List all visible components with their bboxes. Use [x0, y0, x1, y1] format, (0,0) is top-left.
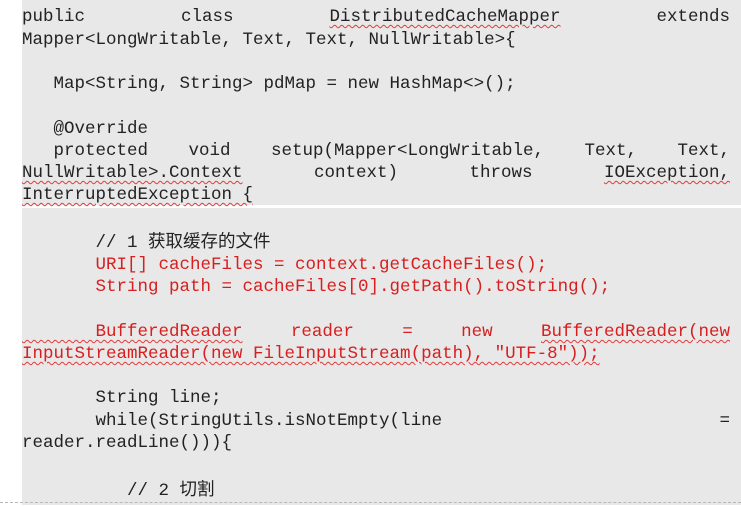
kw-throws: throws [469, 163, 533, 183]
buffered-reader-type: BufferedReader [22, 322, 243, 342]
code-line-11: BufferedReader reader = new BufferedRead… [22, 321, 731, 343]
kw-class: class [180, 7, 234, 27]
code-line-12: InputStreamReader(new FileInputStream(pa… [22, 344, 600, 364]
class-name: DistributedCacheMapper [329, 7, 561, 27]
code-line-4: @Override [22, 119, 149, 139]
while-condition: while(StringUtils.isNotEmpty(line [22, 411, 443, 431]
type-text-2: Text, [677, 141, 730, 161]
kw-void: void [188, 141, 231, 161]
code-line-3: Map<String, String> pdMap = new HashMap<… [22, 74, 516, 94]
page-margin [0, 0, 22, 505]
code-line-7: InterruptedException { [22, 185, 254, 205]
context-type: NullWritable>.Context [22, 163, 243, 183]
code-line-16: // 2 切割 [22, 481, 215, 501]
code-line-8: // 1 获取缓存的文件 [22, 233, 271, 253]
code-line-10: String path = cacheFiles[0].getPath().to… [22, 277, 611, 297]
kw-protected: protected [22, 141, 149, 161]
ioexception: IOException, [603, 163, 730, 183]
kw-public: public [22, 7, 86, 27]
code-line-2: Mapper<LongWritable, Text, Text, NullWri… [22, 30, 516, 50]
code-line-13: String line; [22, 388, 222, 408]
type-text-1: Text, [584, 141, 638, 161]
code-line-14: while(StringUtils.isNotEmpty(line = [22, 410, 731, 432]
kw-extends: extends [656, 7, 730, 27]
param-context: context) [314, 163, 399, 183]
method-setup: setup(Mapper<LongWritable, [270, 141, 545, 161]
assign-op: = [402, 322, 413, 342]
code-line-1: public class DistributedCacheMapper exte… [22, 6, 730, 28]
assign-op-2: = [719, 411, 730, 431]
page-break-line [0, 502, 741, 506]
code-line-6: NullWritable>.Context context) throws IO… [22, 162, 730, 184]
code-line-5: protected void setup(Mapper<LongWritable… [22, 140, 731, 162]
var-reader: reader [290, 322, 354, 342]
code-line-15: reader.readLine())){ [22, 433, 233, 453]
code-line-9: URI[] cacheFiles = context.getCacheFiles… [22, 255, 548, 275]
kw-new: new [461, 322, 493, 342]
buffered-reader-ctor: BufferedReader(new [540, 322, 730, 342]
